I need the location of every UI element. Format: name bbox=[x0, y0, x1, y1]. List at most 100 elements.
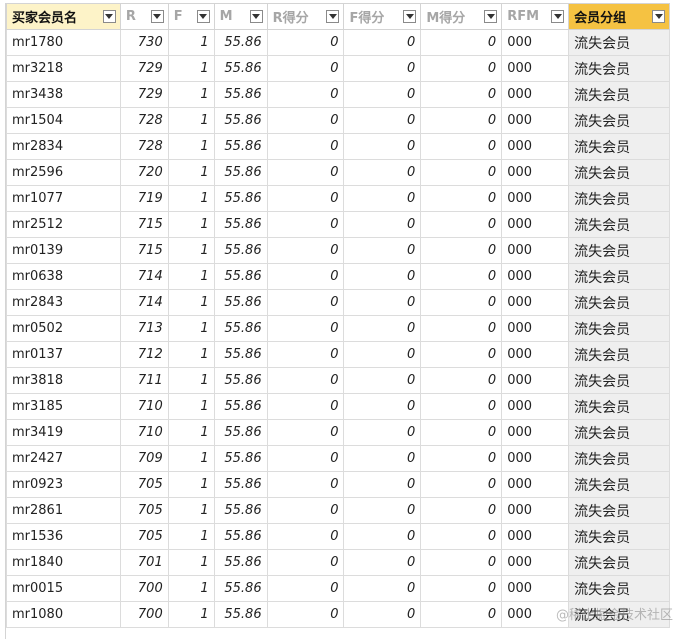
cell-f-score[interactable]: 0 bbox=[343, 29, 422, 56]
cell-r-score[interactable]: 0 bbox=[266, 341, 345, 368]
cell-r[interactable]: 710 bbox=[119, 393, 169, 420]
cell-m[interactable]: 55.86 bbox=[213, 29, 268, 56]
cell-r[interactable]: 705 bbox=[119, 523, 169, 550]
cell-r[interactable]: 729 bbox=[119, 81, 169, 108]
cell-m-score[interactable]: 0 bbox=[420, 263, 503, 290]
cell-f-score[interactable]: 0 bbox=[343, 81, 422, 108]
cell-member-group[interactable]: 流失会员 bbox=[568, 159, 670, 186]
cell-f[interactable]: 1 bbox=[167, 445, 215, 472]
cell-f-score[interactable]: 0 bbox=[343, 497, 422, 524]
cell-f-score[interactable]: 0 bbox=[343, 367, 422, 394]
cell-f[interactable]: 1 bbox=[167, 133, 215, 160]
cell-r-score[interactable]: 0 bbox=[266, 419, 345, 446]
cell-r[interactable]: 701 bbox=[119, 549, 169, 576]
cell-buyer-name[interactable]: mr3419 bbox=[6, 419, 121, 446]
column-header-member-group[interactable]: 会员分组 bbox=[568, 3, 670, 30]
cell-member-group[interactable]: 流失会员 bbox=[568, 107, 670, 134]
cell-m-score[interactable]: 0 bbox=[420, 523, 503, 550]
cell-r-score[interactable]: 0 bbox=[266, 107, 345, 134]
cell-m[interactable]: 55.86 bbox=[213, 55, 268, 82]
cell-r-score[interactable]: 0 bbox=[266, 55, 345, 82]
cell-r-score[interactable]: 0 bbox=[266, 237, 345, 264]
cell-m[interactable]: 55.86 bbox=[213, 549, 268, 576]
cell-r-score[interactable]: 0 bbox=[266, 81, 345, 108]
cell-member-group[interactable]: 流失会员 bbox=[568, 523, 670, 550]
cell-r-score[interactable]: 0 bbox=[266, 315, 345, 342]
cell-rfm[interactable]: 000 bbox=[501, 445, 570, 472]
cell-rfm[interactable]: 000 bbox=[501, 393, 570, 420]
cell-m[interactable]: 55.86 bbox=[213, 523, 268, 550]
cell-buyer-name[interactable]: mr0137 bbox=[6, 341, 121, 368]
cell-f[interactable]: 1 bbox=[167, 497, 215, 524]
cell-r-score[interactable]: 0 bbox=[266, 29, 345, 56]
cell-f[interactable]: 1 bbox=[167, 289, 215, 316]
cell-m[interactable]: 55.86 bbox=[213, 185, 268, 212]
cell-f-score[interactable]: 0 bbox=[343, 159, 422, 186]
cell-rfm[interactable]: 000 bbox=[501, 315, 570, 342]
cell-member-group[interactable]: 流失会员 bbox=[568, 575, 670, 602]
cell-r-score[interactable]: 0 bbox=[266, 393, 345, 420]
cell-member-group[interactable]: 流失会员 bbox=[568, 497, 670, 524]
cell-member-group[interactable]: 流失会员 bbox=[568, 133, 670, 160]
cell-m-score[interactable]: 0 bbox=[420, 29, 503, 56]
cell-member-group[interactable]: 流失会员 bbox=[568, 211, 670, 238]
cell-f-score[interactable]: 0 bbox=[343, 419, 422, 446]
cell-f-score[interactable]: 0 bbox=[343, 107, 422, 134]
cell-r[interactable]: 712 bbox=[119, 341, 169, 368]
cell-f[interactable]: 1 bbox=[167, 185, 215, 212]
cell-m[interactable]: 55.86 bbox=[213, 237, 268, 264]
cell-f[interactable]: 1 bbox=[167, 55, 215, 82]
cell-r-score[interactable]: 0 bbox=[266, 497, 345, 524]
cell-f-score[interactable]: 0 bbox=[343, 315, 422, 342]
filter-dropdown-icon[interactable] bbox=[652, 10, 665, 23]
cell-member-group[interactable]: 流失会员 bbox=[568, 445, 670, 472]
cell-r-score[interactable]: 0 bbox=[266, 445, 345, 472]
cell-f[interactable]: 1 bbox=[167, 341, 215, 368]
cell-f-score[interactable]: 0 bbox=[343, 601, 422, 628]
cell-r[interactable]: 705 bbox=[119, 471, 169, 498]
cell-m[interactable]: 55.86 bbox=[213, 133, 268, 160]
cell-member-group[interactable]: 流失会员 bbox=[568, 29, 670, 56]
cell-rfm[interactable]: 000 bbox=[501, 471, 570, 498]
cell-rfm[interactable]: 000 bbox=[501, 367, 570, 394]
cell-r[interactable]: 728 bbox=[119, 107, 169, 134]
cell-f-score[interactable]: 0 bbox=[343, 393, 422, 420]
cell-buyer-name[interactable]: mr0638 bbox=[6, 263, 121, 290]
cell-r-score[interactable]: 0 bbox=[266, 289, 345, 316]
cell-buyer-name[interactable]: mr2834 bbox=[6, 133, 121, 160]
cell-rfm[interactable]: 000 bbox=[501, 263, 570, 290]
column-header-m-score[interactable]: M得分 bbox=[420, 3, 503, 30]
cell-rfm[interactable]: 000 bbox=[501, 107, 570, 134]
cell-member-group[interactable]: 流失会员 bbox=[568, 315, 670, 342]
cell-r[interactable]: 719 bbox=[119, 185, 169, 212]
cell-buyer-name[interactable]: mr0923 bbox=[6, 471, 121, 498]
cell-m[interactable]: 55.86 bbox=[213, 367, 268, 394]
cell-rfm[interactable]: 000 bbox=[501, 575, 570, 602]
cell-rfm[interactable]: 000 bbox=[501, 211, 570, 238]
cell-f-score[interactable]: 0 bbox=[343, 471, 422, 498]
cell-m[interactable]: 55.86 bbox=[213, 315, 268, 342]
cell-member-group[interactable]: 流失会员 bbox=[568, 419, 670, 446]
cell-m-score[interactable]: 0 bbox=[420, 315, 503, 342]
cell-f[interactable]: 1 bbox=[167, 81, 215, 108]
cell-f-score[interactable]: 0 bbox=[343, 133, 422, 160]
cell-m[interactable]: 55.86 bbox=[213, 289, 268, 316]
cell-r[interactable]: 714 bbox=[119, 289, 169, 316]
cell-rfm[interactable]: 000 bbox=[501, 159, 570, 186]
cell-member-group[interactable]: 流失会员 bbox=[568, 471, 670, 498]
cell-m[interactable]: 55.86 bbox=[213, 107, 268, 134]
cell-buyer-name[interactable]: mr0015 bbox=[6, 575, 121, 602]
filter-dropdown-icon[interactable] bbox=[196, 10, 210, 23]
cell-r-score[interactable]: 0 bbox=[266, 575, 345, 602]
cell-r-score[interactable]: 0 bbox=[266, 185, 345, 212]
cell-rfm[interactable]: 000 bbox=[501, 419, 570, 446]
cell-f[interactable]: 1 bbox=[167, 263, 215, 290]
cell-member-group[interactable]: 流失会员 bbox=[568, 393, 670, 420]
cell-buyer-name[interactable]: mr3438 bbox=[6, 81, 121, 108]
cell-f-score[interactable]: 0 bbox=[343, 549, 422, 576]
cell-member-group[interactable]: 流失会员 bbox=[568, 263, 670, 290]
cell-f[interactable]: 1 bbox=[167, 159, 215, 186]
cell-m-score[interactable]: 0 bbox=[420, 107, 503, 134]
cell-rfm[interactable]: 000 bbox=[501, 237, 570, 264]
cell-r-score[interactable]: 0 bbox=[266, 159, 345, 186]
